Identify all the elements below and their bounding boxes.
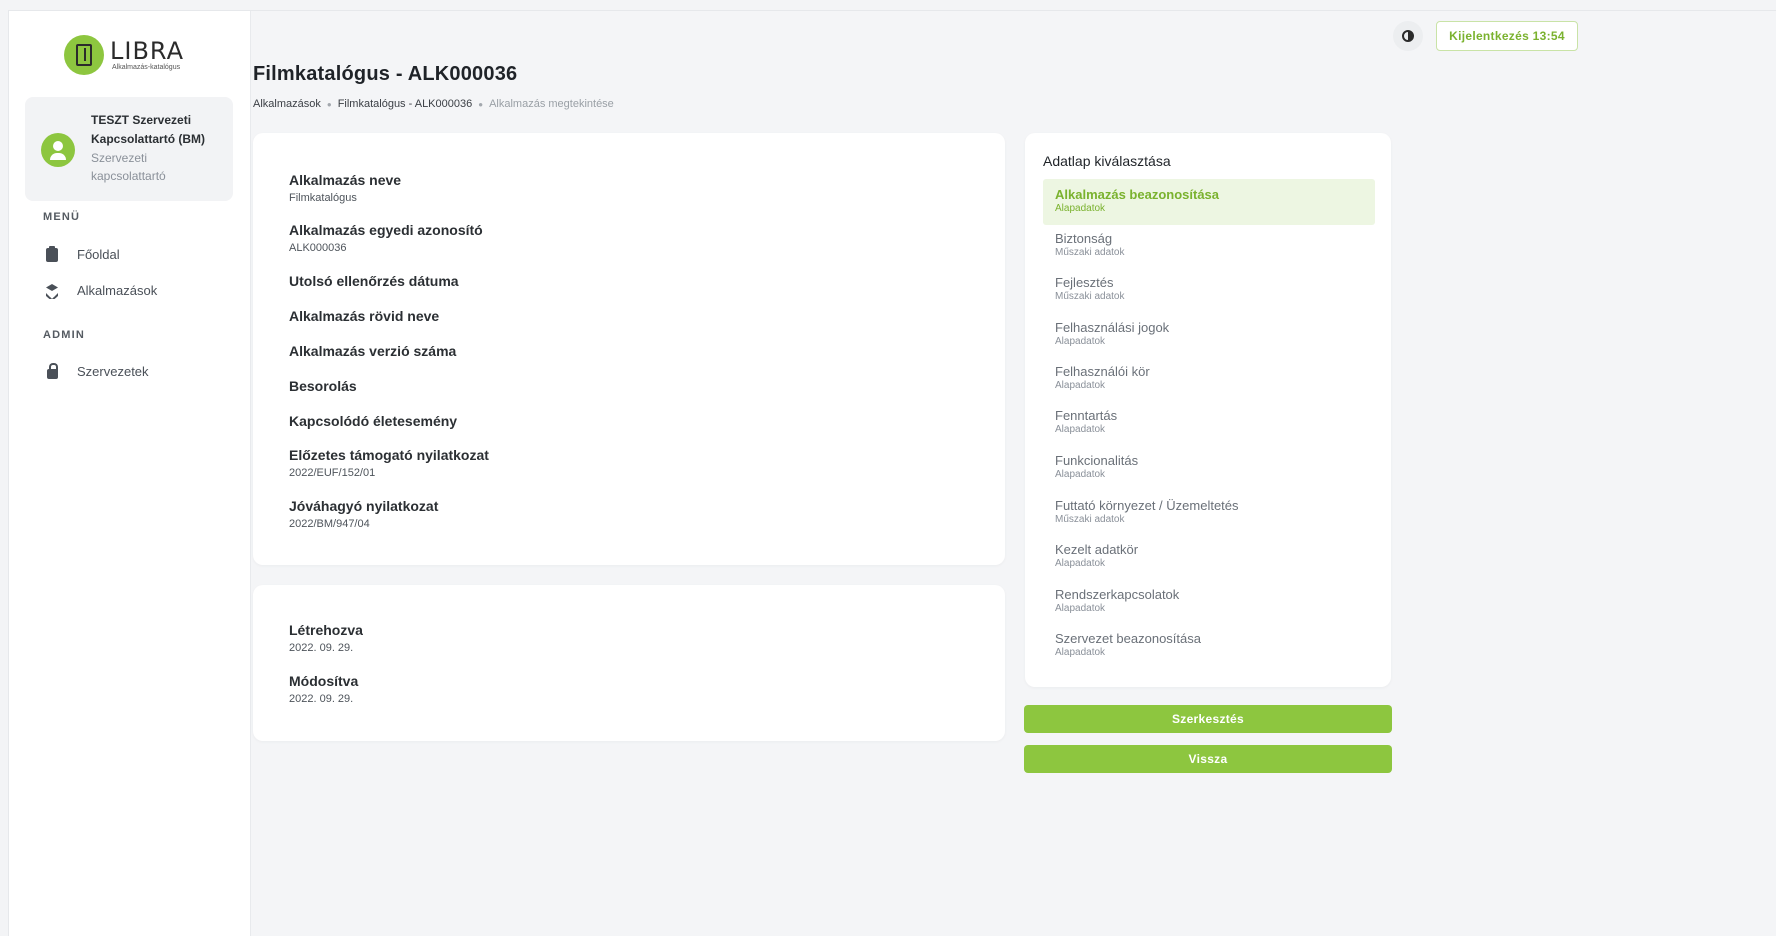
datasheet-item-subtitle: Műszaki adatok	[1055, 514, 1125, 525]
page-title: Filmkatalógus - ALK000036	[253, 63, 518, 85]
sidebar-item-fooldal[interactable]: Főoldal	[43, 242, 120, 266]
avatar	[41, 133, 75, 167]
field-letrehozva: Létrehozva 2022. 09. 29.	[289, 621, 363, 656]
datasheet-item-rendszerkapcsolatok[interactable]: Rendszerkapcsolatok Alapadatok	[1043, 579, 1375, 625]
datasheet-item-subtitle: Alapadatok	[1055, 380, 1106, 391]
datasheet-item-title: Felhasználási jogok	[1055, 320, 1170, 335]
datasheet-item-title: Biztonság	[1055, 231, 1113, 246]
field-value: 2022/BM/947/04	[289, 518, 370, 530]
field-label: Előzetes támogató nyilatkozat	[289, 447, 489, 463]
datasheet-item-subtitle: Alapadatok	[1055, 647, 1106, 658]
field-label: Utolsó ellenőrzés dátuma	[289, 273, 459, 289]
meta-card: Létrehozva 2022. 09. 29. Módosítva 2022.…	[253, 585, 1005, 741]
user-name: TESZT Szervezeti Kapcsolattartó (BM)	[91, 113, 206, 146]
field-value: 2022/EUF/152/01	[289, 467, 376, 479]
field-elozetes-nyilatkozat: Előzetes támogató nyilatkozat 2022/EUF/1…	[289, 446, 489, 481]
field-label: Kapcsolódó életesemény	[289, 413, 458, 429]
field-besorolas: Besorolás	[289, 377, 357, 396]
field-label: Besorolás	[289, 378, 357, 394]
datasheet-item-felhasznalasi-jogok[interactable]: Felhasználási jogok Alapadatok	[1043, 312, 1375, 358]
theme-toggle-button[interactable]	[1393, 21, 1423, 51]
field-jovahagyo-nyilatkozat: Jóváhagyó nyilatkozat 2022/BM/947/04	[289, 497, 438, 532]
logout-button[interactable]: Kijelentkezés 13:54	[1436, 21, 1578, 51]
datasheet-item-title: Kezelt adatkör	[1055, 542, 1139, 557]
field-verzio-szam: Alkalmazás verzió száma	[289, 342, 456, 361]
brand-subtitle: Alkalmazás-katalógus	[112, 64, 181, 71]
field-rovid-nev: Alkalmazás rövid neve	[289, 307, 439, 326]
field-label: Alkalmazás neve	[289, 172, 402, 188]
field-value: 2022. 09. 29.	[289, 693, 354, 705]
libra-logo[interactable]: LIBRA Alkalmazás-katalógus	[64, 33, 184, 77]
field-alkalmazas-neve: Alkalmazás neve Filmkatalógus	[289, 171, 401, 206]
datasheet-item-title: Szervezet beazonosítása	[1055, 631, 1201, 646]
datasheet-item-subtitle: Műszaki adatok	[1055, 291, 1125, 302]
field-value: ALK000036	[289, 242, 347, 254]
datasheet-title: Adatlap kiválasztása	[1043, 153, 1171, 169]
datasheet-item-subtitle: Alapadatok	[1055, 336, 1106, 347]
breadcrumb-current: Alkalmazás megtekintése	[489, 98, 614, 110]
datasheet-item-title: Rendszerkapcsolatok	[1055, 587, 1180, 602]
lock-icon	[43, 362, 61, 380]
sidebar-item-alkalmazasok[interactable]: Alkalmazások	[43, 278, 157, 302]
datasheet-item-futtato-kornyezet[interactable]: Futtató környezet / Üzemeltetés Műszaki …	[1043, 490, 1375, 536]
datasheet-item-subtitle: Műszaki adatok	[1055, 247, 1125, 258]
app-details-card: Alkalmazás neve Filmkatalógus Alkalmazás…	[253, 133, 1005, 565]
brand-title: LIBRA	[110, 37, 185, 65]
datasheet-item-subtitle: Alapadatok	[1055, 203, 1106, 214]
layers-icon	[43, 281, 61, 299]
breadcrumb-separator: ●	[478, 99, 484, 109]
field-label: Létrehozva	[289, 622, 363, 638]
libra-logo-icon	[64, 35, 104, 75]
datasheet-item-title: Fejlesztés	[1055, 275, 1114, 290]
field-value: 2022. 09. 29.	[289, 642, 354, 654]
field-label: Alkalmazás rövid neve	[289, 308, 440, 324]
menu-section-title: MENÜ	[43, 211, 81, 223]
datasheet-item-biztonsag[interactable]: Biztonság Műszaki adatok	[1043, 223, 1375, 269]
breadcrumb-separator: ●	[326, 99, 332, 109]
field-label: Alkalmazás egyedi azonosító	[289, 222, 483, 238]
field-utolso-ellenorzes: Utolsó ellenőrzés dátuma	[289, 272, 459, 291]
datasheet-item-subtitle: Alapadatok	[1055, 469, 1106, 480]
datasheet-item-funkcionalitas[interactable]: Funkcionalitás Alapadatok	[1043, 445, 1375, 491]
sidebar-item-label: Főoldal	[77, 246, 120, 262]
field-value: Filmkatalógus	[289, 192, 357, 204]
app-frame: LIBRA Alkalmazás-katalógus TESZT Szervez…	[8, 10, 1776, 936]
datasheet-item-subtitle: Alapadatok	[1055, 424, 1106, 435]
edit-button[interactable]: Szerkesztés	[1024, 705, 1392, 733]
breadcrumb-item-alkalmazasok[interactable]: Alkalmazások	[253, 98, 321, 110]
field-label: Módosítva	[289, 673, 359, 689]
field-eletesemeny: Kapcsolódó életesemény	[289, 412, 457, 431]
datasheet-item-title: Futtató környezet / Üzemeltetés	[1055, 498, 1239, 513]
datasheet-item-fejlesztes[interactable]: Fejlesztés Műszaki adatok	[1043, 267, 1375, 313]
field-egyedi-azonosito: Alkalmazás egyedi azonosító ALK000036	[289, 221, 483, 256]
sidebar-item-label: Szervezetek	[77, 363, 149, 379]
field-label: Alkalmazás verzió száma	[289, 343, 457, 359]
datasheet-item-subtitle: Alapadatok	[1055, 603, 1106, 614]
contrast-icon	[1402, 30, 1414, 42]
breadcrumb: Alkalmazások ● Filmkatalógus - ALK000036…	[253, 98, 614, 110]
user-role: Szervezeti kapcsolattartó	[91, 151, 166, 183]
datasheet-item-title: Fenntartás	[1055, 408, 1118, 423]
datasheet-selector: Adatlap kiválasztása Alkalmazás beazonos…	[1025, 133, 1391, 687]
datasheet-item-alkalmazas-beazonositasa[interactable]: Alkalmazás beazonosítása Alapadatok	[1043, 179, 1375, 225]
field-modositva: Módosítva 2022. 09. 29.	[289, 672, 358, 707]
datasheet-item-title: Alkalmazás beazonosítása	[1055, 187, 1220, 202]
admin-section-title: ADMIN	[43, 329, 86, 341]
user-card: TESZT Szervezeti Kapcsolattartó (BM) Sze…	[25, 97, 233, 201]
back-button[interactable]: Vissza	[1024, 745, 1392, 773]
sidebar-item-szervezetek[interactable]: Szervezetek	[43, 359, 149, 383]
datasheet-item-felhasznaloi-kor[interactable]: Felhasználói kör Alapadatok	[1043, 356, 1375, 402]
datasheet-item-fenntartas[interactable]: Fenntartás Alapadatok	[1043, 400, 1375, 446]
datasheet-item-szervezet-beazonositasa[interactable]: Szervezet beazonosítása Alapadatok	[1043, 623, 1375, 669]
datasheet-item-subtitle: Alapadatok	[1055, 558, 1106, 569]
sidebar-item-label: Alkalmazások	[77, 282, 158, 298]
sidebar: LIBRA Alkalmazás-katalógus TESZT Szervez…	[9, 11, 251, 936]
field-label: Jóváhagyó nyilatkozat	[289, 498, 439, 514]
clipboard-icon	[43, 245, 61, 263]
breadcrumb-item-app[interactable]: Filmkatalógus - ALK000036	[338, 98, 473, 110]
datasheet-item-title: Funkcionalitás	[1055, 453, 1139, 468]
datasheet-item-kezelt-adatkor[interactable]: Kezelt adatkör Alapadatok	[1043, 534, 1375, 580]
datasheet-item-title: Felhasználói kör	[1055, 364, 1150, 379]
